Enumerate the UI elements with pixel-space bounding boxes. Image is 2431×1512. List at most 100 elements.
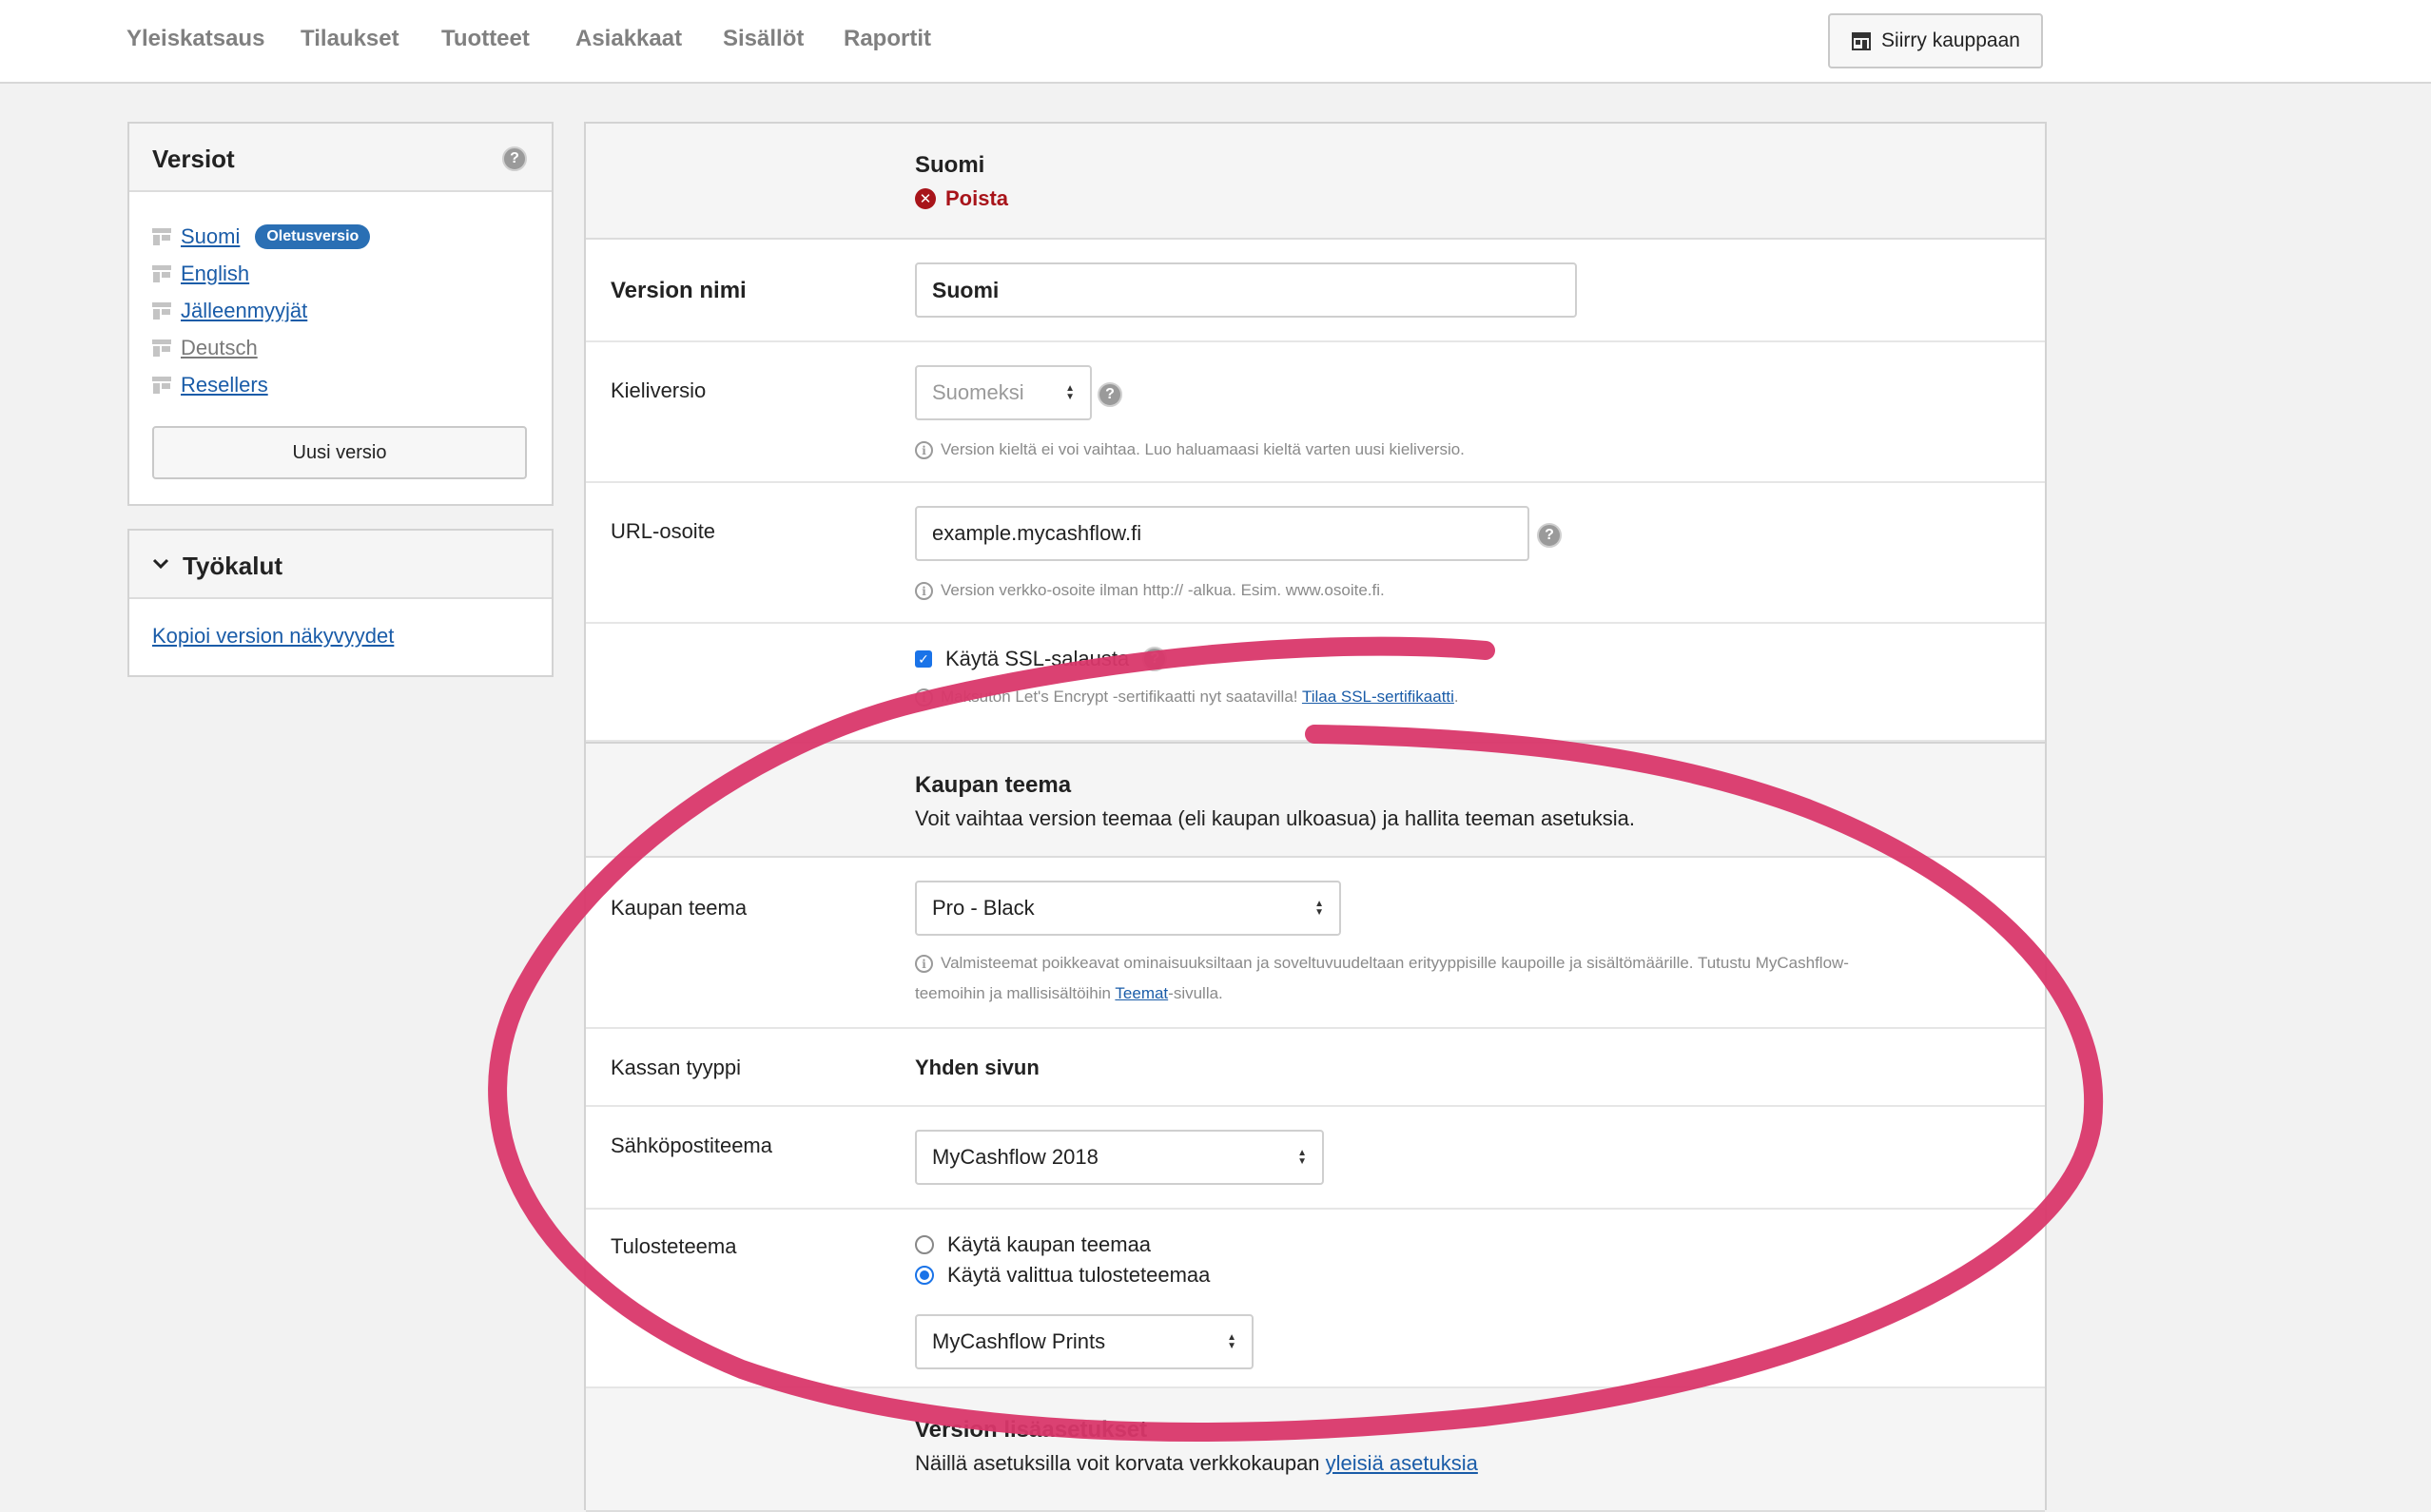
nav-item-orders[interactable]: Tilaukset: [301, 26, 399, 52]
top-navigation: Yleiskatsaus Tilaukset Tuotteet Asiakkaa…: [0, 0, 2431, 84]
url-input[interactable]: example.mycashflow.fi: [915, 506, 1529, 561]
delete-icon: ✕: [915, 188, 936, 209]
theme-section-title: Kaupan teema: [915, 772, 1072, 798]
help-icon[interactable]: ?: [1098, 382, 1122, 407]
store-theme-hint-line2: teemoihin ja mallisisältöihin: [915, 984, 1111, 1002]
ssl-checkbox-label: Käytä SSL-salausta: [945, 647, 1130, 670]
store-theme-hint-line1: Valmisteemat poikkeavat ominaisuuksiltaa…: [941, 954, 1849, 972]
language-select: Suomeksi ▲ ▼: [915, 365, 1092, 420]
version-item-resellers: Resellers: [152, 371, 268, 399]
print-theme-label: Tulosteteema: [611, 1234, 737, 1258]
print-theme-row: Tulosteteema Käytä kaupan teemaa Käytä v…: [586, 1210, 2045, 1388]
print-theme-select-value: MyCashflow Prints: [932, 1329, 1106, 1353]
version-header: Suomi ✕ Poista: [586, 124, 2045, 240]
store-version-icon: [152, 377, 171, 394]
store-theme-row: Kaupan teema Pro - Black ▲ ▼ i Valmisteem…: [586, 858, 2045, 1029]
checkout-type-row: Kassan tyyppi Yhden sivun: [586, 1029, 2045, 1107]
store-version-icon: [152, 339, 171, 357]
tools-panel-title: Työkalut: [183, 552, 282, 580]
version-link-deutsch[interactable]: Deutsch: [181, 336, 258, 360]
versions-panel-header: Versiot ?: [129, 124, 552, 192]
version-link-resellers[interactable]: Resellers: [181, 373, 268, 397]
email-theme-row: Sähköpostiteema MyCashflow 2018 ▲ ▼: [586, 1107, 2045, 1210]
default-version-badge: Oletusversio: [255, 224, 371, 249]
store-version-icon: [152, 228, 171, 245]
email-theme-select[interactable]: MyCashflow 2018 ▲ ▼: [915, 1130, 1324, 1185]
url-label: URL-osoite: [611, 519, 716, 543]
radio-store-theme[interactable]: [915, 1235, 934, 1254]
language-row: Kieliversio Suomeksi ▲ ▼ ? i Version kiel…: [586, 342, 2045, 483]
nav-item-reports[interactable]: Raportit: [844, 26, 931, 52]
help-icon[interactable]: ?: [502, 146, 527, 171]
chevron-down-icon[interactable]: [152, 552, 169, 576]
version-item-deutsch: Deutsch: [152, 334, 258, 362]
version-link-english[interactable]: English: [181, 262, 249, 286]
tools-panel: Työkalut Kopioi version näkyvyydet: [127, 529, 554, 677]
ssl-hint-end: .: [1453, 688, 1459, 706]
ssl-hint: i Maksuton Let's Encrypt -sertifikaatti …: [915, 683, 1999, 711]
versions-panel-title: Versiot: [152, 145, 235, 173]
tools-panel-header[interactable]: Työkalut: [129, 531, 552, 599]
nav-item-customers[interactable]: Asiakkaat: [575, 26, 682, 52]
select-arrows-icon: ▲ ▼: [1227, 1332, 1236, 1351]
help-icon[interactable]: ?: [1142, 647, 1168, 671]
new-version-button[interactable]: Uusi versio: [152, 426, 527, 479]
checkout-type-value: Yhden sivun: [915, 1056, 1040, 1079]
store-version-icon: [152, 265, 171, 282]
print-theme-select[interactable]: MyCashflow Prints ▲ ▼: [915, 1314, 1254, 1369]
version-settings-form: Suomi ✕ Poista Version nimi Suomi Kieliv…: [584, 122, 2047, 1512]
general-settings-link[interactable]: yleisiä asetuksia: [1326, 1451, 1478, 1475]
print-option-store-theme-label: Käytä kaupan teemaa: [947, 1232, 1152, 1256]
nav-item-overview[interactable]: Yleiskatsaus: [126, 26, 264, 52]
info-icon: i: [915, 582, 933, 600]
info-icon: i: [915, 441, 933, 459]
language-select-value: Suomeksi: [932, 380, 1024, 404]
version-name-label: Version nimi: [611, 278, 747, 303]
ssl-checkbox-option[interactable]: ✓ Käytä SSL-salausta ?: [915, 647, 1168, 671]
version-title: Suomi: [915, 152, 985, 178]
store-theme-label: Kaupan teema: [611, 896, 748, 920]
url-row: URL-osoite example.mycashflow.fi ? i Ver…: [586, 483, 2045, 624]
store-theme-hint-end: -sivulla.: [1168, 984, 1223, 1002]
theme-section-description: Voit vaihtaa version teemaa (eli kaupan …: [915, 806, 1636, 830]
order-ssl-link[interactable]: Tilaa SSL-sertifikaatti: [1302, 688, 1454, 706]
select-arrows-icon: ▲ ▼: [1314, 899, 1324, 918]
language-hint: i Version kieltä ei voi vaihtaa. Luo hal…: [915, 436, 1999, 464]
ssl-hint-text: Maksuton Let's Encrypt -sertifikaatti ny…: [941, 688, 1298, 706]
ssl-row: ✓ Käytä SSL-salausta ? i Maksuton Let's …: [586, 624, 2045, 742]
themes-page-link[interactable]: Teemat: [1115, 984, 1168, 1002]
url-hint-text: Version verkko-osoite ilman http:// -alk…: [941, 581, 1385, 599]
extra-settings-description-wrap: Näillä asetuksilla voit korvata verkkoka…: [915, 1451, 1478, 1476]
version-link-suomi[interactable]: Suomi: [181, 224, 240, 249]
language-label: Kieliversio: [611, 378, 707, 402]
store-theme-select-value: Pro - Black: [932, 896, 1035, 920]
ssl-checkbox[interactable]: ✓: [915, 650, 932, 668]
version-name-input[interactable]: Suomi: [915, 262, 1577, 318]
version-name-row: Version nimi Suomi: [586, 240, 2045, 342]
radio-selected-theme[interactable]: [915, 1266, 934, 1285]
help-icon[interactable]: ?: [1537, 523, 1562, 548]
theme-section-header: Kaupan teema Voit vaihtaa version teemaa…: [586, 742, 2045, 858]
email-theme-select-value: MyCashflow 2018: [932, 1145, 1099, 1169]
store-version-icon: [152, 302, 171, 320]
store-theme-select[interactable]: Pro - Black ▲ ▼: [915, 881, 1341, 936]
nav-item-products[interactable]: Tuotteet: [441, 26, 530, 52]
copy-visibility-link[interactable]: Kopioi version näkyvyydet: [152, 624, 394, 649]
version-link-jalleenmyyjat[interactable]: Jälleenmyyjät: [181, 299, 307, 323]
store-theme-hint-2: teemoihin ja mallisisältöihin Teemat-siv…: [915, 979, 1999, 1008]
extra-settings-header: Version lisäasetukset Näillä asetuksilla…: [586, 1388, 2045, 1512]
email-theme-label: Sähköpostiteema: [611, 1134, 772, 1157]
version-item-suomi: Suomi Oletusversio: [152, 223, 371, 251]
checkout-type-label: Kassan tyyppi: [611, 1056, 741, 1079]
print-option-store-theme[interactable]: Käytä kaupan teemaa: [915, 1232, 1151, 1257]
version-item-english: English: [152, 260, 249, 288]
delete-version-button[interactable]: ✕ Poista: [915, 186, 1008, 211]
nav-item-content[interactable]: Sisällöt: [723, 26, 804, 52]
go-to-store-label: Siirry kauppaan: [1881, 29, 2020, 51]
delete-label: Poista: [945, 186, 1009, 210]
go-to-store-button[interactable]: Siirry kauppaan: [1828, 13, 2043, 68]
versions-panel: Versiot ? Suomi Oletusversio English Jäl…: [127, 122, 554, 506]
print-option-selected-theme[interactable]: Käytä valittua tulosteteemaa: [915, 1263, 1210, 1288]
store-icon: [1852, 32, 1872, 50]
print-option-selected-theme-label: Käytä valittua tulosteteemaa: [947, 1263, 1211, 1287]
